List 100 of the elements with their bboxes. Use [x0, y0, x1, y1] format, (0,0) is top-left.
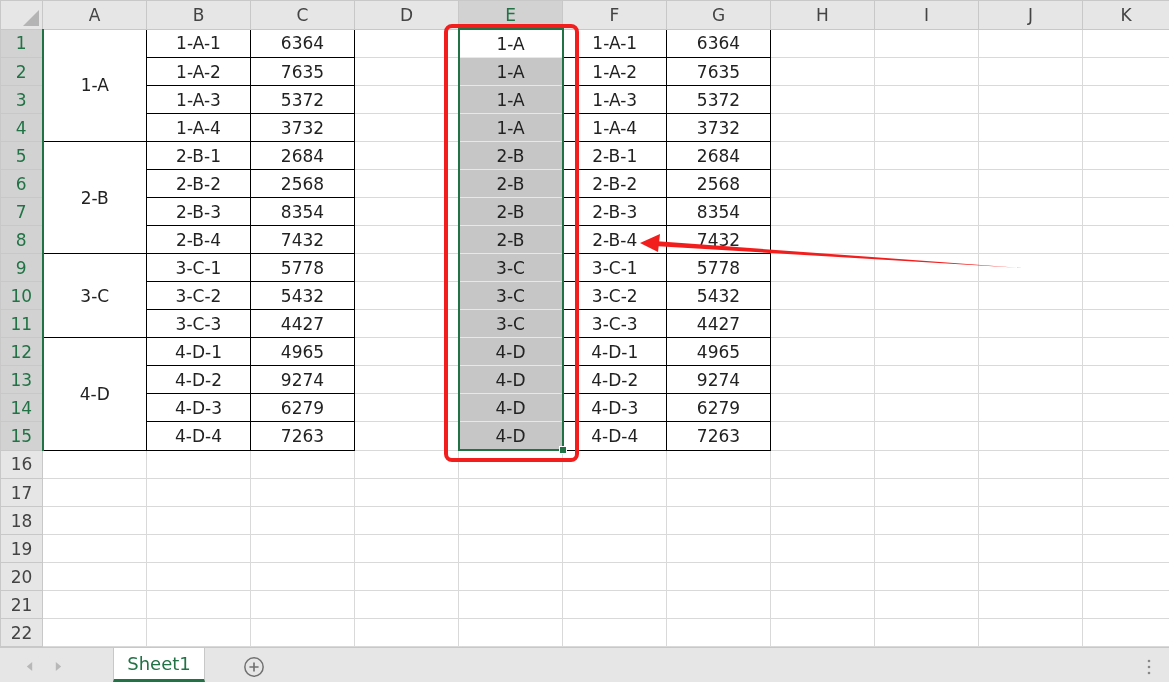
table-cell: 5432 — [250, 281, 355, 310]
table-cell: 1-A-2 — [146, 57, 251, 86]
table-cell: 5778 — [250, 253, 355, 282]
row-header[interactable]: 3 — [0, 85, 43, 114]
table-cell: 4-D — [458, 337, 563, 366]
column-header[interactable]: B — [146, 0, 251, 29]
row-header[interactable]: 16 — [0, 450, 43, 479]
row-header[interactable]: 21 — [0, 590, 43, 619]
table-cell: 2-B — [458, 225, 563, 254]
column-header[interactable]: G — [666, 0, 771, 29]
table-cell: 9274 — [250, 365, 355, 394]
table-cell: 4-D-3 — [562, 393, 667, 422]
table-cell: 3-C-2 — [562, 281, 667, 310]
table-cell: 2-B-3 — [146, 197, 251, 226]
column-header[interactable]: I — [874, 0, 979, 29]
row-header[interactable]: 22 — [0, 618, 43, 647]
table-cell: 2-B-2 — [562, 169, 667, 198]
table-cell: 3-C-1 — [146, 253, 251, 282]
column-header[interactable]: D — [354, 0, 459, 29]
table-cell: 3-C-3 — [146, 309, 251, 338]
table-cell: 1-A-1 — [562, 29, 667, 58]
column-header[interactable]: H — [770, 0, 875, 29]
row-header[interactable]: 15 — [0, 421, 43, 450]
row-header[interactable]: 4 — [0, 113, 43, 142]
table-cell: 2-B — [458, 141, 563, 170]
row-header[interactable]: 12 — [0, 337, 43, 366]
table-cell: 4-D — [458, 393, 563, 422]
table-cell: 4-D-1 — [562, 337, 667, 366]
table-cell: 7263 — [250, 421, 355, 450]
row-header[interactable]: 13 — [0, 365, 43, 394]
row-header[interactable]: 5 — [0, 141, 43, 170]
table-cell: 4-D-2 — [562, 365, 667, 394]
fill-handle[interactable] — [558, 446, 567, 454]
table-cell: 1-A-4 — [146, 113, 251, 142]
column-header[interactable]: F — [562, 0, 667, 29]
table-cell: 5372 — [250, 85, 355, 114]
row-header[interactable]: 19 — [0, 534, 43, 563]
row-header[interactable]: 18 — [0, 506, 43, 535]
table-cell: 4-D-3 — [146, 393, 251, 422]
row-header[interactable]: 20 — [0, 562, 43, 591]
row-header[interactable]: 17 — [0, 478, 43, 507]
table-cell: 2-B — [458, 197, 563, 226]
table-cell: 4427 — [250, 309, 355, 338]
row-header[interactable]: 14 — [0, 393, 43, 422]
scroll-left-icon[interactable] — [25, 661, 34, 672]
table-cell: 4965 — [250, 337, 355, 366]
row-header[interactable]: 2 — [0, 57, 43, 86]
table-cell: 1-A — [458, 113, 563, 142]
add-sheet-icon[interactable] — [243, 655, 265, 678]
table-cell: 3-C-3 — [562, 309, 667, 338]
more-options-icon[interactable] — [1147, 658, 1151, 675]
table-cell: 3-C — [458, 309, 563, 338]
row-header[interactable]: 10 — [0, 281, 43, 310]
table-cell: 2684 — [250, 141, 355, 170]
table-cell: 4-D-4 — [146, 421, 251, 450]
table-cell: 9274 — [666, 365, 771, 394]
table-cell: 1-A-1 — [146, 29, 251, 58]
table-cell: 2-B-4 — [146, 225, 251, 254]
column-header[interactable]: C — [250, 0, 355, 29]
table-cell: 6364 — [250, 29, 355, 58]
table-cell: 5372 — [666, 85, 771, 114]
row-header[interactable]: 6 — [0, 169, 43, 198]
table-cell: 7635 — [250, 57, 355, 86]
column-header[interactable]: J — [978, 0, 1083, 29]
table-cell: 2-B-2 — [146, 169, 251, 198]
scroll-right-icon[interactable] — [54, 661, 63, 672]
select-all-corner[interactable] — [0, 0, 43, 29]
table-cell: 3-C — [458, 253, 563, 282]
table-cell: 2-B — [458, 169, 563, 198]
table-cell: 3-C — [458, 281, 563, 310]
table-cell: 4-D-1 — [146, 337, 251, 366]
table-cell: 2568 — [666, 169, 771, 198]
table-cell: 4427 — [666, 309, 771, 338]
sheet-tab[interactable]: Sheet1 — [113, 647, 205, 682]
table-cell: 1-A-4 — [562, 113, 667, 142]
table-cell: 5778 — [666, 253, 771, 282]
table-cell: 6364 — [666, 29, 771, 58]
column-header[interactable]: A — [42, 0, 147, 29]
table-cell: 2568 — [250, 169, 355, 198]
row-header[interactable]: 9 — [0, 253, 43, 282]
row-header[interactable]: 11 — [0, 309, 43, 338]
table-cell: 4965 — [666, 337, 771, 366]
table-cell: 7263 — [666, 421, 771, 450]
table-cell: 1-A — [458, 57, 563, 86]
row-header[interactable]: 7 — [0, 197, 43, 226]
table-cell: 1-A-2 — [562, 57, 667, 86]
table-cell: 3-C-2 — [146, 281, 251, 310]
table-cell: 3732 — [666, 113, 771, 142]
table-cell: 6279 — [666, 393, 771, 422]
table-cell: 8354 — [666, 197, 771, 226]
table-cell: 1-A-3 — [146, 85, 251, 114]
row-header[interactable]: 8 — [0, 225, 43, 254]
column-header[interactable]: K — [1082, 0, 1169, 29]
table-cell: 7432 — [250, 225, 355, 254]
row-header[interactable]: 1 — [0, 29, 43, 58]
table-cell: 3732 — [250, 113, 355, 142]
table-cell: 2684 — [666, 141, 771, 170]
table-cell: 1-A-3 — [562, 85, 667, 114]
table-cell: 3-C-1 — [562, 253, 667, 282]
table-cell: 4-D-2 — [146, 365, 251, 394]
